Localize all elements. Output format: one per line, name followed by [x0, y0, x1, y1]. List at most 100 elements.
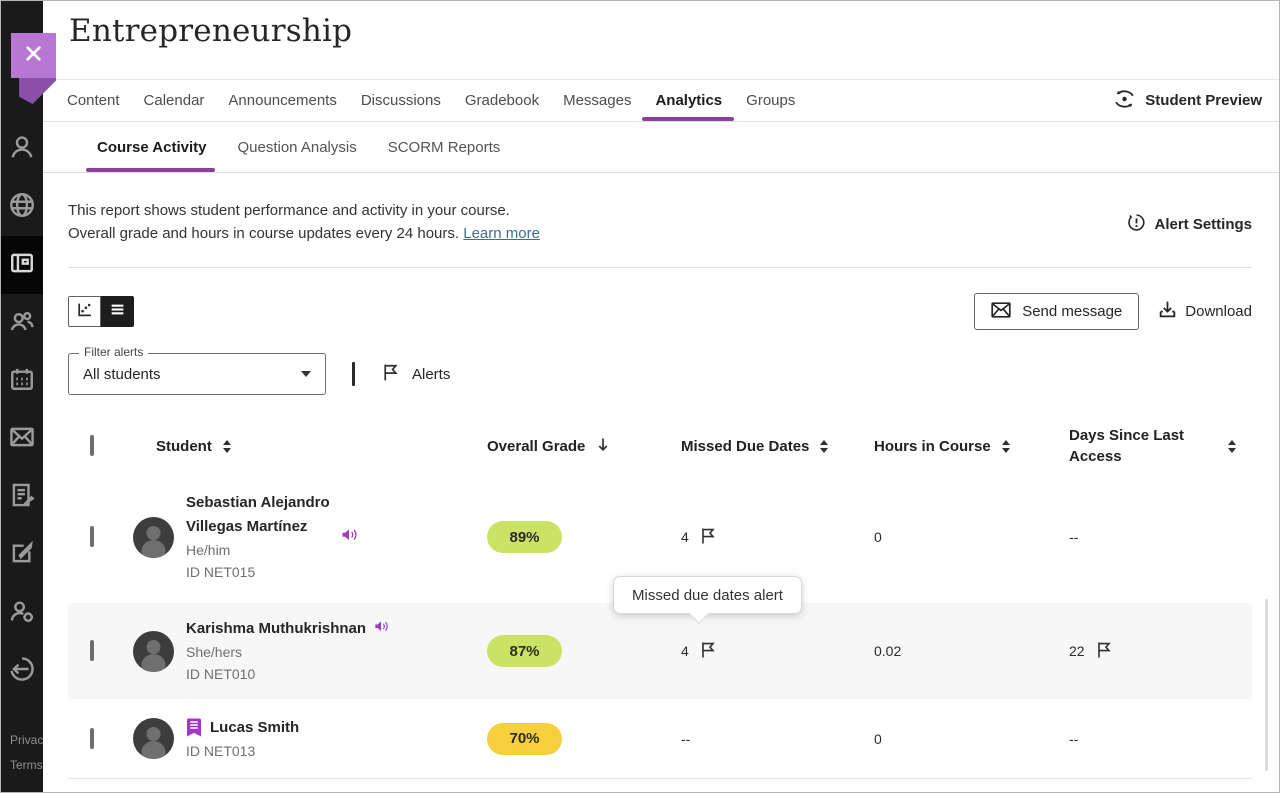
- privacy-link[interactable]: Privacy: [10, 728, 43, 753]
- scrollbar-thumb[interactable]: [1265, 599, 1268, 771]
- missed-due-dates-value: 4: [681, 643, 689, 659]
- report-intro: This report shows student performance an…: [43, 173, 1280, 267]
- tab-announcements[interactable]: Announcements: [228, 80, 336, 121]
- student-preview-icon: [1113, 89, 1136, 113]
- subtab-scorm-reports[interactable]: SCORM Reports: [388, 122, 501, 172]
- people-icon: [9, 308, 35, 339]
- hours-in-course-value: 0: [874, 731, 882, 747]
- column-header-hours-in-course[interactable]: Hours in Course: [856, 438, 1049, 455]
- last-access-alert-flag-icon[interactable]: [1096, 641, 1112, 662]
- student-name[interactable]: Lucas Smith: [210, 716, 299, 740]
- sidebar-item-profile[interactable]: [1, 120, 43, 178]
- terms-link[interactable]: Terms: [10, 753, 43, 778]
- sidebar-item-courses[interactable]: [1, 236, 43, 294]
- accommodations-icon[interactable]: [186, 718, 202, 742]
- column-header-student[interactable]: Student: [131, 438, 461, 455]
- filter-divider: [352, 362, 355, 386]
- close-course-button[interactable]: [11, 33, 56, 78]
- tab-content[interactable]: Content: [67, 80, 120, 121]
- sidebar-item-admin[interactable]: [1, 584, 43, 642]
- filter-alerts-select[interactable]: Filter alerts All students: [68, 353, 326, 395]
- list-view-icon: [109, 301, 126, 323]
- row-checkbox[interactable]: [90, 640, 94, 661]
- tab-discussions[interactable]: Discussions: [361, 80, 441, 121]
- sign-out-icon: [9, 656, 35, 687]
- missed-due-dates-value: 4: [681, 529, 689, 545]
- analytics-sub-nav: Course Activity Question Analysis SCORM …: [43, 122, 1280, 173]
- tab-groups[interactable]: Groups: [746, 80, 795, 121]
- days-since-last-access-value: --: [1069, 731, 1078, 747]
- list-view-button[interactable]: [101, 296, 134, 327]
- tab-calendar[interactable]: Calendar: [144, 80, 205, 121]
- sort-icon[interactable]: [1002, 440, 1010, 453]
- learn-more-link[interactable]: Learn more: [463, 225, 540, 242]
- sort-icon[interactable]: [223, 440, 231, 453]
- sidebar-item-activity-stream[interactable]: [1, 178, 43, 236]
- table-row: Karishma Muthukrishnan She/hers ID NET01…: [68, 603, 1252, 699]
- student-pronouns: She/hers: [186, 641, 389, 663]
- select-all-checkbox[interactable]: [90, 435, 94, 456]
- student-name[interactable]: Karishma Muthukrishnan: [186, 617, 366, 641]
- missed-due-dates-tooltip: Missed due dates alert: [613, 576, 802, 614]
- column-header-missed-due-dates[interactable]: Missed Due Dates: [661, 438, 856, 455]
- view-toggle: [68, 296, 134, 327]
- avatar: [133, 517, 174, 558]
- chart-view-icon: [76, 301, 93, 323]
- hours-in-course-value: 0: [874, 529, 882, 545]
- sidebar-item-messages[interactable]: [1, 410, 43, 468]
- sort-icon[interactable]: [820, 440, 828, 453]
- overall-grade-pill[interactable]: 89%: [487, 521, 562, 553]
- intro-line-2: Overall grade and hours in course update…: [68, 225, 459, 242]
- send-message-button[interactable]: Send message: [974, 293, 1139, 330]
- avatar: [133, 631, 174, 672]
- filter-row: Filter alerts All students Alerts: [68, 353, 1252, 395]
- subtab-question-analysis[interactable]: Question Analysis: [237, 122, 356, 172]
- days-since-last-access-value: --: [1069, 529, 1078, 545]
- sidebar-item-grades[interactable]: [1, 468, 43, 526]
- sidebar-item-tools[interactable]: [1, 526, 43, 584]
- student-pronouns: He/him: [186, 539, 330, 561]
- overall-grade-pill[interactable]: 87%: [487, 635, 562, 667]
- sidebar-item-calendar[interactable]: [1, 352, 43, 410]
- row-checkbox[interactable]: [90, 526, 94, 547]
- download-button[interactable]: Download: [1158, 300, 1252, 323]
- days-since-last-access-value: 22: [1069, 643, 1085, 659]
- missed-due-dates-alert-flag-icon[interactable]: [700, 527, 716, 548]
- profile-icon: [9, 134, 35, 165]
- missed-due-dates-alert-flag-icon[interactable]: [700, 641, 716, 662]
- calendar-icon: [9, 366, 35, 397]
- subtab-course-activity[interactable]: Course Activity: [97, 122, 206, 172]
- sort-icon[interactable]: [1228, 440, 1236, 453]
- alert-settings-button[interactable]: Alert Settings: [1127, 213, 1252, 236]
- alert-settings-label: Alert Settings: [1154, 216, 1252, 233]
- course-header: Entrepreneurship: [43, 1, 1280, 80]
- admin-icon: [9, 598, 35, 629]
- sidebar-item-organizations[interactable]: [1, 294, 43, 352]
- column-header-overall-grade[interactable]: Overall Grade: [461, 437, 661, 456]
- chevron-down-icon: [301, 371, 311, 377]
- alerts-legend: Alerts: [382, 363, 450, 386]
- overall-grade-pill[interactable]: 70%: [487, 723, 562, 755]
- column-header-days-since-last-access[interactable]: Days Since Last Access: [1049, 425, 1252, 467]
- sidebar-item-sign-out[interactable]: [1, 642, 43, 700]
- student-name[interactable]: Sebastian AlejandroVillegas Martínez: [186, 491, 330, 539]
- send-message-icon: [991, 302, 1011, 322]
- tooltip-text: Missed due dates alert: [632, 587, 783, 604]
- tab-messages[interactable]: Messages: [563, 80, 631, 121]
- chart-view-button[interactable]: [68, 296, 101, 327]
- tab-gradebook[interactable]: Gradebook: [465, 80, 539, 121]
- courses-icon: [9, 250, 35, 281]
- table-row: Lucas Smith ID NET013 70% -- 0 --: [68, 699, 1252, 779]
- name-pronunciation-icon[interactable]: [374, 620, 389, 638]
- student-id: ID NET010: [186, 663, 389, 685]
- sort-descending-icon[interactable]: [596, 437, 610, 456]
- intro-line-1: This report shows student performance an…: [68, 202, 510, 219]
- download-icon: [1158, 300, 1177, 323]
- grades-icon: [9, 482, 35, 513]
- student-preview-button[interactable]: Student Preview: [1113, 89, 1262, 113]
- hours-in-course-value: 0.02: [874, 643, 901, 659]
- student-id: ID NET013: [186, 740, 299, 762]
- name-pronunciation-icon[interactable]: [341, 528, 358, 547]
- row-checkbox[interactable]: [90, 728, 94, 749]
- tab-analytics[interactable]: Analytics: [655, 80, 722, 121]
